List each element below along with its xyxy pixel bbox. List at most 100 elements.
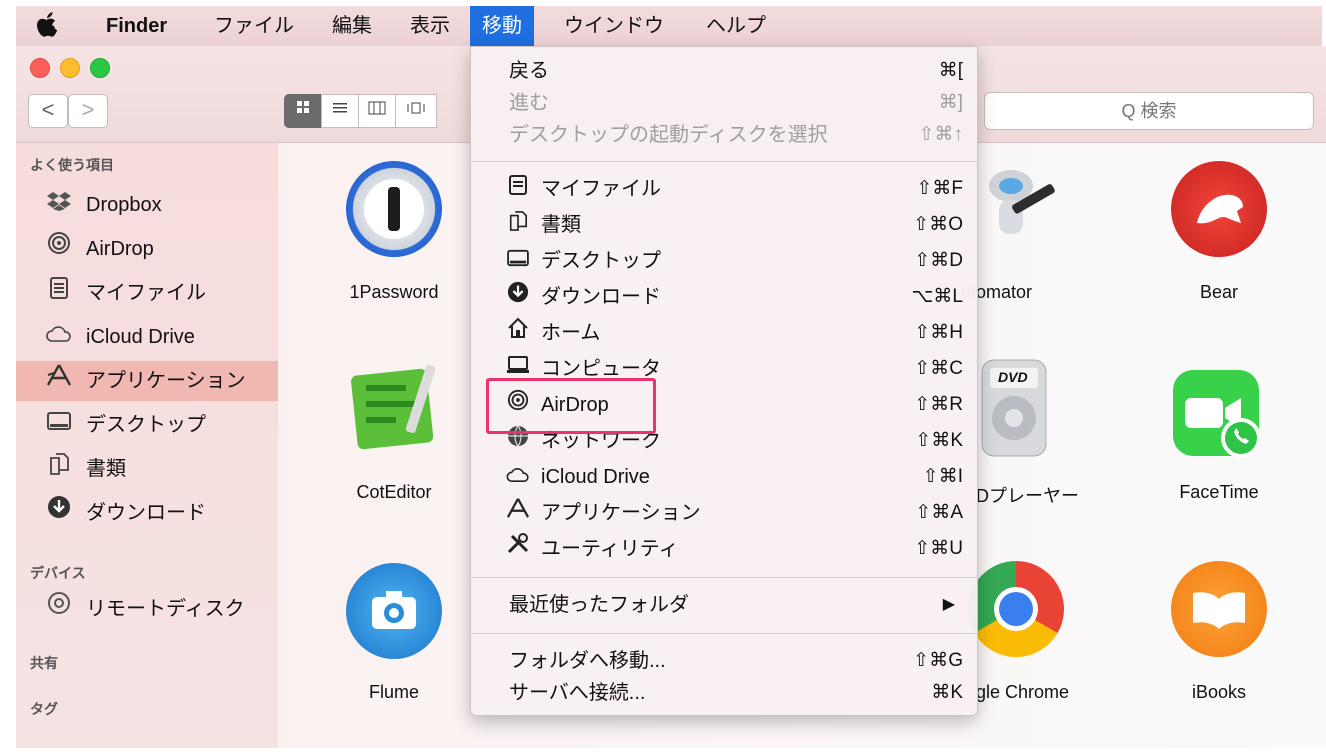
flume-app-icon[interactable] [346, 563, 442, 659]
sidebar-item-desktop[interactable]: デスクトップ [16, 405, 278, 445]
disc-icon [46, 589, 72, 629]
airdrop-icon [46, 229, 72, 269]
sidebar-label: デスクトップ [86, 414, 206, 436]
menu-item-label: デスクトップ [541, 250, 661, 272]
1password-app-icon[interactable] [346, 161, 442, 257]
menu-shortcut: ⇧⌘U [914, 538, 963, 559]
menu-item-forward: 進む ⌘] [471, 85, 977, 121]
desktop-icon [505, 243, 531, 279]
list-view-button[interactable] [321, 94, 359, 128]
back-button[interactable]: < [28, 94, 68, 128]
sidebar-label: リモートディスク [86, 598, 245, 620]
menu-item-label: サーバへ接続... [509, 682, 646, 704]
menu-item-label: 書類 [541, 214, 581, 236]
sidebar-item-dropbox[interactable]: Dropbox [16, 185, 278, 225]
app-label: iBooks [1191, 682, 1247, 702]
menu-item-icloud[interactable]: iCloud Drive ⇧⌘I [471, 459, 977, 495]
menu-shortcut: ⇧⌘F [916, 178, 963, 199]
menu-item-utilities[interactable]: ユーティリティ ⇧⌘U [471, 531, 977, 567]
menu-item-label: デスクトップの起動ディスクを選択 [509, 124, 828, 146]
sidebar-label: iCloud Drive [86, 326, 195, 348]
facetime-app-icon[interactable] [1171, 368, 1267, 464]
menu-shortcut: ⌥⌘L [911, 286, 963, 307]
app-label: FaceTime [1179, 482, 1259, 502]
ibooks-app-icon[interactable] [1171, 561, 1267, 657]
applications-icon [46, 361, 72, 401]
menu-shortcut: ⇧⌘O [913, 214, 963, 235]
bear-app-icon[interactable] [1171, 161, 1267, 257]
airdrop-highlight-box [486, 378, 656, 434]
submenu-arrow-icon: ▶ [942, 596, 955, 613]
sidebar-item-applications[interactable]: アプリケーション [16, 361, 278, 401]
forward-button[interactable]: > [68, 94, 108, 128]
menu-shortcut: ⇧⌘H [914, 322, 963, 343]
finder-app-menu[interactable]: Finder [106, 6, 167, 46]
sidebar-item-downloads[interactable]: ダウンロード [16, 493, 278, 533]
app-label: Flume [368, 682, 419, 702]
sidebar-item-remote-disc[interactable]: リモートディスク [16, 589, 278, 629]
column-view-button[interactable] [358, 94, 396, 128]
menu-help[interactable]: ヘルプ [706, 6, 766, 46]
cloud-icon [505, 459, 531, 495]
menu-shortcut: ⇧⌘R [914, 394, 963, 415]
menu-item-back[interactable]: 戻る ⌘[ [471, 53, 977, 89]
menu-item-applications[interactable]: アプリケーション ⇧⌘A [471, 495, 977, 531]
favorites-header: よく使う項目 [30, 157, 114, 173]
menu-item-home[interactable]: ホーム ⇧⌘H [471, 315, 977, 351]
search-field[interactable]: Q 検索 [984, 92, 1314, 130]
menu-view[interactable]: 表示 [410, 6, 450, 46]
app-label: CotEditor [356, 482, 432, 502]
coteditor-app-icon[interactable] [346, 358, 446, 458]
dropbox-icon [46, 185, 72, 225]
menu-shortcut: ⇧⌘D [914, 250, 963, 271]
menu-item-goto-folder[interactable]: フォルダへ移動... ⇧⌘G [471, 643, 977, 679]
sidebar-label: マイファイル [86, 282, 206, 304]
menu-shortcut: ⌘] [938, 92, 963, 113]
sidebar-item-airdrop[interactable]: AirDrop [16, 229, 278, 269]
menu-shortcut: ⇧⌘↑ [918, 124, 963, 145]
menu-item-downloads[interactable]: ダウンロード ⌥⌘L [471, 279, 977, 315]
menu-edit[interactable]: 編集 [332, 6, 372, 46]
app-label: gle Chrome [976, 682, 1070, 702]
sidebar-label: 書類 [86, 458, 126, 480]
icon-view-button[interactable] [284, 94, 322, 128]
menu-item-connect-server[interactable]: サーバへ接続... ⌘K [471, 675, 977, 711]
menu-item-label: 戻る [509, 60, 549, 82]
apple-menu-icon[interactable] [36, 6, 58, 46]
chrome-app-icon[interactable] [968, 561, 1064, 657]
zoom-button[interactable] [90, 58, 110, 78]
menu-go[interactable]: 移動 [470, 6, 534, 46]
menu-item-label: iCloud Drive [541, 466, 650, 488]
menu-shortcut: ⌘K [931, 682, 963, 703]
sidebar-label: アプリケーション [86, 370, 246, 392]
automator-app-icon[interactable] [971, 156, 1061, 256]
sidebar-item-documents[interactable]: 書類 [16, 449, 278, 489]
app-label: utomator [961, 282, 1033, 302]
menu-item-label: アプリケーション [541, 502, 701, 524]
menu-separator [471, 577, 977, 578]
utilities-icon [505, 531, 531, 567]
dvd-player-app-icon[interactable]: DVD [974, 358, 1054, 458]
menu-file[interactable]: ファイル [214, 6, 294, 46]
menu-shortcut: ⌘[ [938, 60, 963, 81]
menu-window[interactable]: ウインドウ [564, 6, 664, 46]
menu-item-desktop[interactable]: デスクトップ ⇧⌘D [471, 243, 977, 279]
menu-item-myfiles[interactable]: マイファイル ⇧⌘F [471, 171, 977, 207]
menu-item-label: ダウンロード [541, 286, 661, 308]
cloud-icon [46, 317, 72, 357]
app-label: 1Password [349, 282, 439, 302]
downloads-icon [46, 493, 72, 533]
sidebar: よく使う項目 Dropbox AirDrop マイファイル iCloud Dri… [16, 143, 278, 748]
close-button[interactable] [30, 58, 50, 78]
sidebar-item-icloud[interactable]: iCloud Drive [16, 317, 278, 357]
myfiles-icon [46, 273, 72, 313]
tags-header: タグ [30, 701, 58, 717]
app-label: Dプレーヤー [976, 486, 1079, 506]
menu-item-documents[interactable]: 書類 ⇧⌘O [471, 207, 977, 243]
sidebar-item-myfiles[interactable]: マイファイル [16, 273, 278, 313]
menu-shortcut: ⇧⌘K [915, 430, 963, 451]
menu-item-label: 進む [509, 92, 549, 114]
menu-item-recent-folders[interactable]: 最近使ったフォルダ ▶ [471, 587, 977, 623]
coverflow-view-button[interactable] [395, 94, 437, 128]
minimize-button[interactable] [60, 58, 80, 78]
